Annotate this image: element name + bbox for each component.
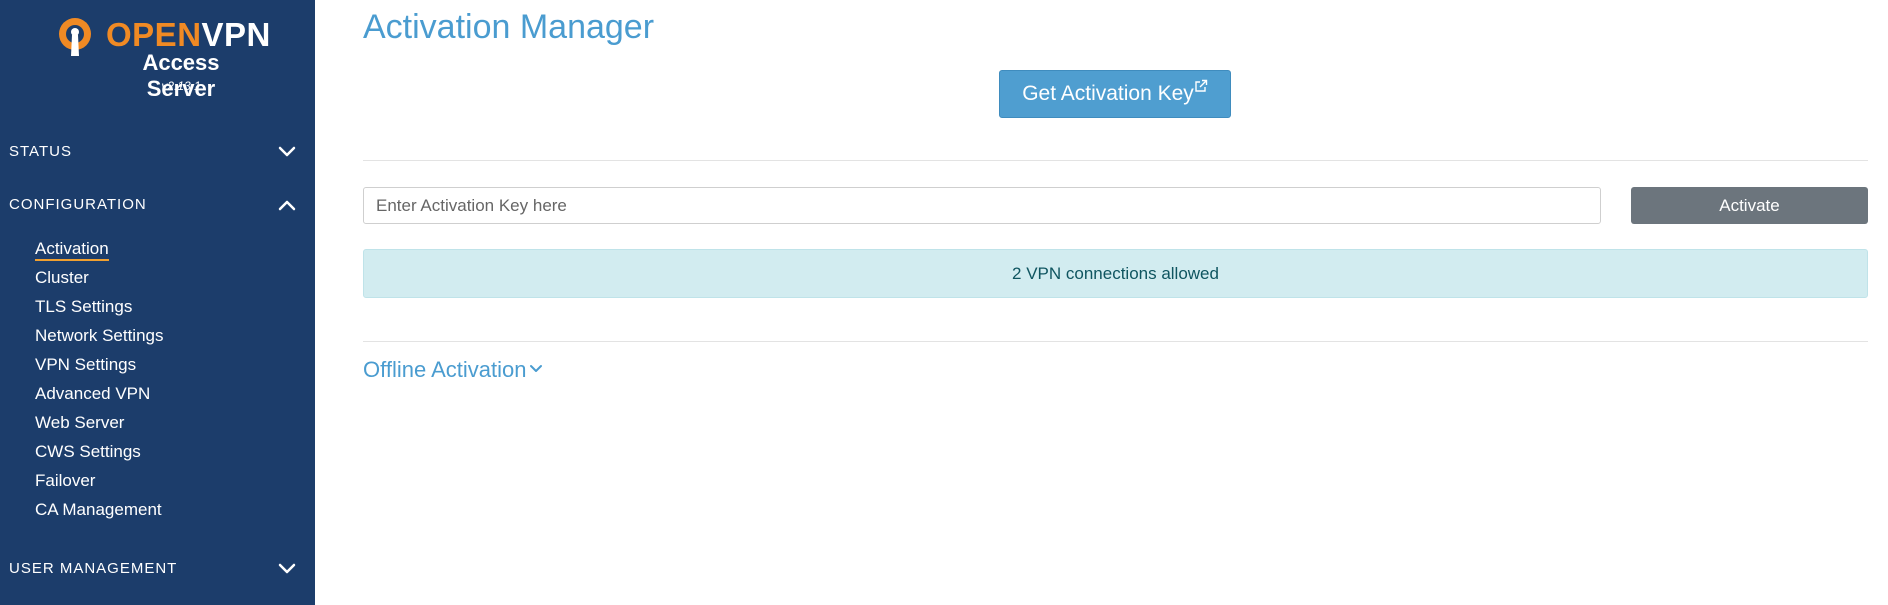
logo-vpn-text: VPN — [201, 16, 271, 53]
external-link-icon — [1195, 79, 1207, 92]
version-label: v2.13.1 — [161, 79, 201, 93]
nav-section-label: CONFIGURATION — [9, 196, 147, 213]
activation-key-input[interactable] — [363, 187, 1601, 224]
sidebar-item-label: CA Management — [35, 500, 162, 519]
connections-alert: 2 VPN connections allowed — [363, 249, 1868, 298]
activate-button[interactable]: Activate — [1631, 187, 1868, 224]
openvpn-logo[interactable]: OPENVPN Access Server v2.13.1 — [54, 14, 270, 101]
divider — [363, 160, 1868, 161]
logo-subtitle: Access Server — [142, 50, 220, 101]
nav-section-label: STATUS — [9, 143, 72, 160]
divider — [363, 341, 1868, 342]
sidebar-item-ca-management[interactable]: CA Management — [35, 497, 164, 526]
sidebar-item-label: Advanced VPN — [35, 384, 151, 403]
sidebar-item-cluster[interactable]: Cluster — [35, 265, 164, 294]
nav-section-configuration[interactable]: CONFIGURATION — [0, 187, 315, 223]
sidebar-item-activation[interactable]: Activation — [35, 236, 164, 265]
sidebar-item-label: Network Settings — [35, 326, 164, 345]
get-activation-key-button[interactable]: Get Activation Key — [999, 70, 1231, 118]
sidebar-item-network-settings[interactable]: Network Settings — [35, 323, 164, 352]
page-title: Activation Manager — [363, 8, 655, 46]
chevron-up-icon — [278, 200, 296, 211]
sidebar-item-label: Cluster — [35, 268, 89, 287]
main-content: Activation Manager Get Activation Key Ac… — [363, 0, 1868, 605]
logo-open-text: OPEN — [106, 16, 202, 53]
nav-section-label: USER MANAGEMENT — [9, 560, 178, 577]
offline-activation-toggle[interactable]: Offline Activation — [363, 357, 544, 383]
sidebar-item-label: VPN Settings — [35, 355, 137, 374]
sidebar-item-cws-settings[interactable]: CWS Settings — [35, 439, 164, 468]
sidebar-item-failover[interactable]: Failover — [35, 468, 164, 497]
nav-section-user-management[interactable]: USER MANAGEMENT — [0, 551, 315, 587]
sidebar-item-label: TLS Settings — [35, 297, 133, 316]
sidebar-item-advanced-vpn[interactable]: Advanced VPN — [35, 381, 164, 410]
sidebar: OPENVPN Access Server v2.13.1 STATUS CON… — [0, 0, 315, 605]
chevron-down-icon — [278, 146, 296, 157]
sidebar-item-label: Activation — [35, 239, 109, 261]
sidebar-item-label: Web Server — [35, 413, 125, 432]
sidebar-item-web-server[interactable]: Web Server — [35, 410, 164, 439]
sidebar-item-vpn-settings[interactable]: VPN Settings — [35, 352, 164, 381]
openvpn-logo-icon — [59, 18, 91, 56]
logo-wordmark: OPENVPN — [106, 16, 271, 54]
sidebar-item-label: CWS Settings — [35, 442, 141, 461]
offline-activation-label: Offline Activation — [363, 357, 527, 382]
sidebar-item-tls-settings[interactable]: TLS Settings — [35, 294, 164, 323]
sidebar-item-label: Failover — [35, 471, 96, 490]
chevron-down-icon — [530, 365, 543, 373]
chevron-down-icon — [278, 563, 296, 574]
get-activation-key-label: Get Activation Key — [1022, 82, 1194, 105]
configuration-menu: Activation Cluster TLS Settings Network … — [35, 236, 164, 526]
nav-section-status[interactable]: STATUS — [0, 134, 315, 170]
